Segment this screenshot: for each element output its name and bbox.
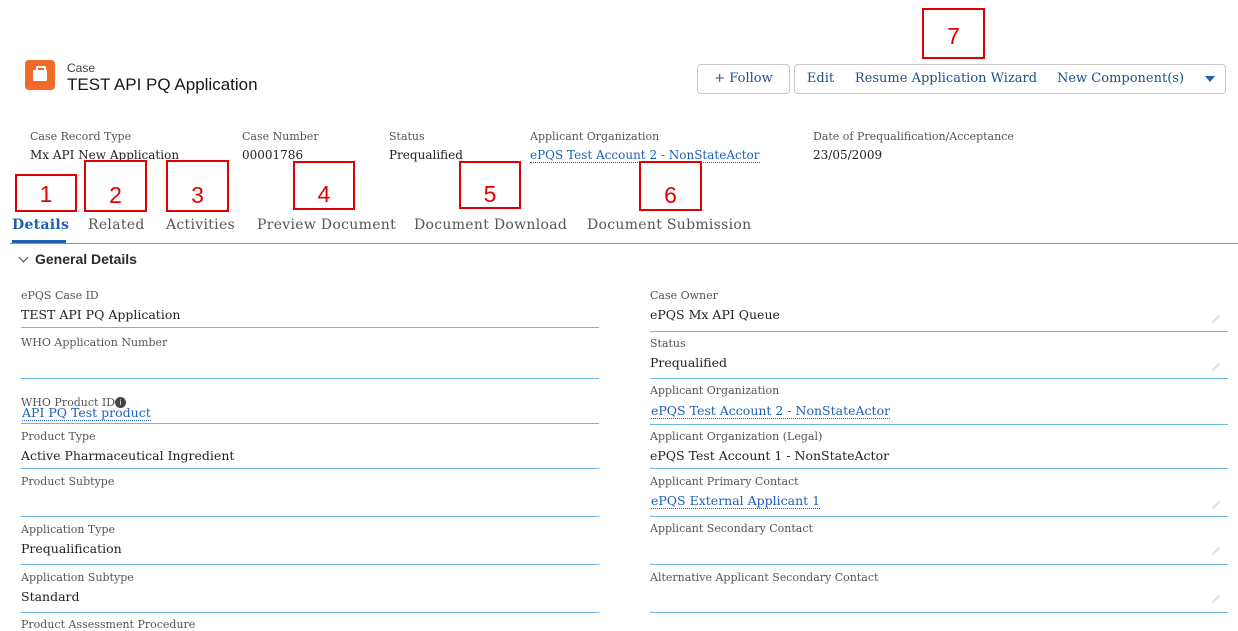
field-value: ePQS Test Account 1 - NonStateActor <box>650 448 890 463</box>
object-label: Case <box>67 61 96 75</box>
annotation-box: 2 <box>84 160 147 212</box>
annotation-box: 5 <box>459 161 521 209</box>
primary-contact-link[interactable]: ePQS External Applicant 1 <box>651 493 821 509</box>
tab-document-download[interactable]: Document Download <box>414 217 567 233</box>
field-divider <box>650 516 1228 517</box>
case-icon <box>25 60 55 90</box>
field-value: ePQS Mx API Queue <box>650 307 780 322</box>
field-divider <box>650 424 1228 425</box>
field-divider <box>21 378 599 379</box>
annotation-box: 6 <box>639 161 702 211</box>
annotation-box: 1 <box>15 174 77 212</box>
annotation-box: 4 <box>293 161 355 210</box>
highlight-value: Prequalified <box>389 148 463 162</box>
tab-document-submission[interactable]: Document Submission <box>587 217 751 233</box>
edit-pencil-icon[interactable] <box>1211 314 1221 324</box>
field-value: Prequalification <box>21 541 122 556</box>
field-label: Application Subtype <box>21 571 134 584</box>
field-divider <box>21 468 599 469</box>
section-general-details[interactable]: General Details <box>18 251 137 267</box>
edit-button[interactable]: Edit <box>794 64 847 94</box>
follow-button[interactable]: + Follow <box>697 64 790 94</box>
edit-pencil-icon[interactable] <box>1211 594 1221 604</box>
field-divider <box>650 612 1228 613</box>
page-title: TEST API PQ Application <box>67 75 258 94</box>
field-label: ePQS Case ID <box>21 289 99 302</box>
resume-application-wizard-button[interactable]: Resume Application Wizard <box>846 64 1047 94</box>
edit-pencil-icon[interactable] <box>1211 362 1221 372</box>
annotation-box: 3 <box>166 160 229 212</box>
field-value: Standard <box>21 589 80 604</box>
field-value: TEST API PQ Application <box>21 307 181 322</box>
field-label: Case Owner <box>650 289 718 302</box>
field-label: Alternative Applicant Secondary Contact <box>650 571 879 584</box>
who-product-link[interactable]: API PQ Test product <box>22 405 151 421</box>
field-divider <box>650 378 1228 379</box>
tab-related[interactable]: Related <box>88 217 145 233</box>
field-label: WHO Application Number <box>21 336 168 349</box>
field-label: Status <box>650 337 686 350</box>
tab-details[interactable]: Details <box>12 217 69 233</box>
highlight-label: Applicant Organization <box>530 130 660 143</box>
tabs-divider <box>10 243 1238 244</box>
field-label: Product Type <box>21 430 96 443</box>
field-value: Active Pharmaceutical Ingredient <box>21 448 235 463</box>
field-divider <box>21 423 599 424</box>
field-divider <box>21 564 599 565</box>
field-divider <box>21 516 599 517</box>
highlight-label: Status <box>389 130 425 143</box>
field-divider <box>650 468 1228 469</box>
edit-pencil-icon[interactable] <box>1211 500 1221 510</box>
field-label: Applicant Primary Contact <box>650 475 799 488</box>
applicant-organization-field-link[interactable]: ePQS Test Account 2 - NonStateActor <box>651 403 891 419</box>
more-actions-button[interactable] <box>1195 64 1226 94</box>
field-label: Application Type <box>21 523 116 536</box>
tab-preview-document[interactable]: Preview Document <box>257 217 396 233</box>
field-divider <box>650 564 1228 565</box>
field-divider <box>21 327 599 328</box>
tab-activities[interactable]: Activities <box>166 217 235 233</box>
field-divider <box>650 331 1228 332</box>
highlight-value: 00001786 <box>242 148 304 162</box>
field-label: Applicant Secondary Contact <box>650 522 813 535</box>
active-tab-indicator <box>12 240 66 243</box>
highlight-label: Case Number <box>242 130 319 143</box>
edit-pencil-icon[interactable] <box>1211 546 1221 556</box>
annotation-box: 7 <box>922 8 985 59</box>
highlight-value: 23/05/2009 <box>813 148 883 162</box>
section-title: General Details <box>35 251 137 267</box>
highlight-label: Case Record Type <box>30 130 132 143</box>
highlight-label: Date of Prequalification/Acceptance <box>813 130 1014 143</box>
new-components-button[interactable]: New Component(s) <box>1046 64 1196 94</box>
field-label: Product Subtype <box>21 475 115 488</box>
field-divider <box>21 612 599 613</box>
field-value: Prequalified <box>650 355 728 370</box>
field-label: Applicant Organization <box>650 384 780 397</box>
chevron-down-icon <box>18 252 29 263</box>
field-label: Applicant Organization (Legal) <box>650 430 823 443</box>
caret-down-icon <box>1205 76 1215 82</box>
field-label: Product Assessment Procedure <box>21 618 196 631</box>
